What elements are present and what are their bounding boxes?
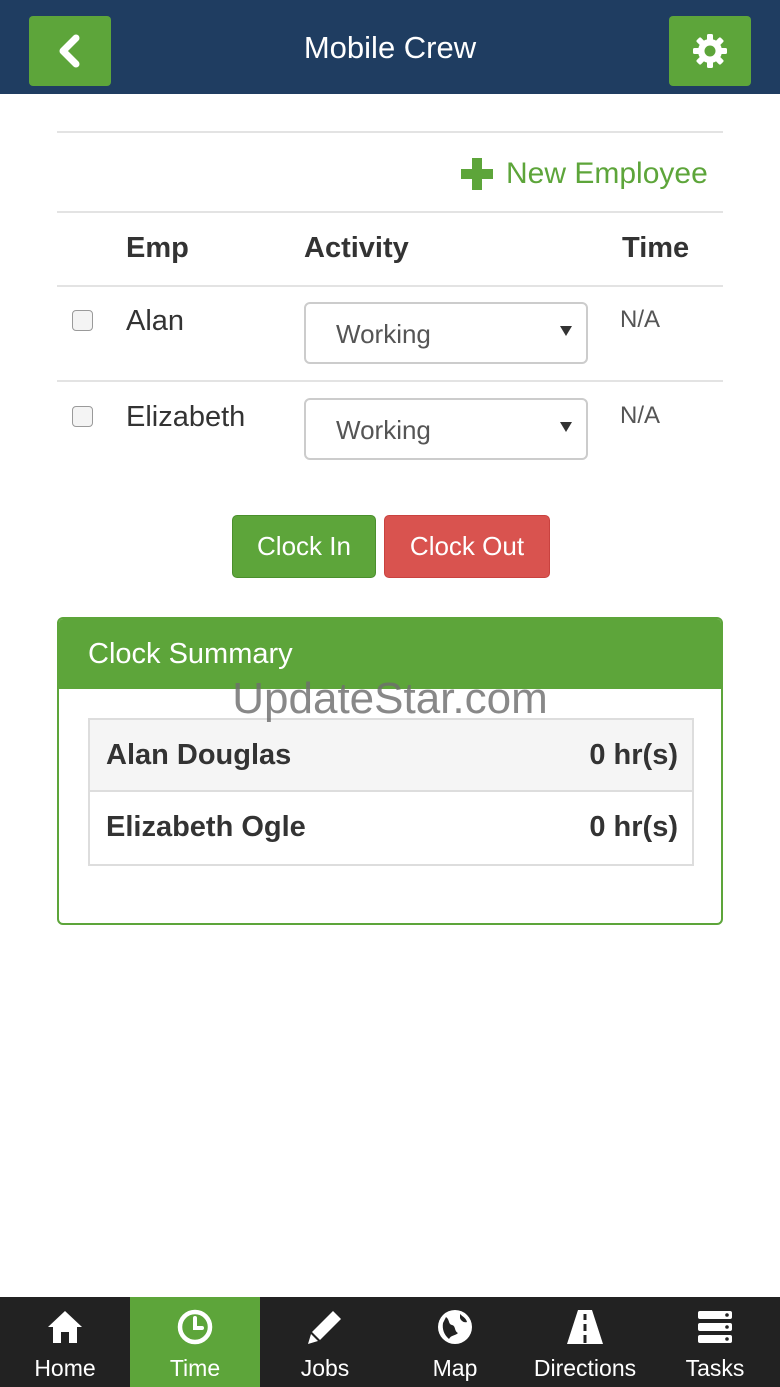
nav-label: Directions (533, 1355, 637, 1381)
clock-summary-title: Clock Summary (88, 638, 293, 670)
nav-item-tasks[interactable]: Tasks (650, 1297, 780, 1387)
watermark: UpdateStar.com (232, 674, 548, 723)
employee-name: Elizabeth (126, 401, 246, 433)
page-title: Mobile Crew (303, 30, 477, 65)
nav-item-directions[interactable]: Directions (520, 1297, 650, 1387)
nav-label: Home (34, 1355, 96, 1381)
divider (57, 380, 723, 382)
clock-out-button[interactable]: Clock Out (384, 515, 550, 578)
employee-name: Alan (126, 305, 185, 337)
activity-select-value: Working (336, 415, 431, 445)
nav-item-map[interactable]: Map (390, 1297, 520, 1387)
employee-time: N/A (620, 306, 661, 333)
activity-select-value: Working (336, 319, 431, 349)
table-row: Elizabeth Ogle 0 hr(s) (90, 792, 692, 864)
employee-time: N/A (620, 402, 661, 429)
summary-employee-name: Elizabeth Ogle (106, 811, 306, 843)
pencil-icon (308, 1311, 341, 1344)
nav-item-home[interactable]: Home (0, 1297, 130, 1387)
divider (57, 211, 723, 213)
column-header-emp: Emp (126, 232, 189, 264)
activity-select[interactable]: Working (304, 302, 588, 364)
divider (57, 285, 723, 287)
list-icon (698, 1311, 732, 1343)
divider (57, 131, 723, 133)
activity-select[interactable]: Working (304, 398, 588, 460)
caret-down-icon (560, 422, 572, 432)
caret-down-icon (560, 326, 572, 336)
nav-label: Tasks (685, 1355, 745, 1381)
employee-checkbox[interactable] (72, 310, 93, 331)
new-employee-label: New Employee (506, 157, 708, 190)
summary-employee-name: Alan Douglas (106, 739, 292, 771)
nav-label: Jobs (300, 1355, 350, 1381)
road-icon (567, 1310, 603, 1344)
nav-label: Time (169, 1355, 221, 1381)
settings-button[interactable] (669, 16, 751, 86)
column-header-activity: Activity (304, 232, 409, 264)
clock-in-button[interactable]: Clock In (232, 515, 376, 578)
gear-icon (693, 34, 727, 68)
plus-icon (461, 158, 493, 190)
summary-hours: 0 hr(s) (589, 811, 678, 843)
clock-summary-table: Alan Douglas 0 hr(s) Elizabeth Ogle 0 hr… (88, 718, 694, 866)
nav-item-jobs[interactable]: Jobs (260, 1297, 390, 1387)
new-employee-link[interactable]: New Employee (460, 154, 708, 194)
column-header-time: Time (622, 232, 690, 264)
globe-icon (438, 1310, 472, 1344)
back-button[interactable] (29, 16, 111, 86)
app-header: Mobile Crew (0, 0, 780, 94)
nav-item-time[interactable]: Time (130, 1297, 260, 1387)
nav-label: Map (432, 1355, 478, 1381)
table-row: Alan Douglas 0 hr(s) (90, 720, 692, 792)
clock-summary-panel: Clock Summary Alan Douglas 0 hr(s) Eliza… (57, 617, 723, 925)
bottom-nav: Home Time Jobs Map Directions Tasks (0, 1297, 780, 1387)
chevron-left-icon (59, 34, 80, 68)
employee-checkbox[interactable] (72, 406, 93, 427)
home-icon (48, 1311, 82, 1343)
summary-hours: 0 hr(s) (589, 739, 678, 771)
clock-icon (177, 1309, 213, 1345)
